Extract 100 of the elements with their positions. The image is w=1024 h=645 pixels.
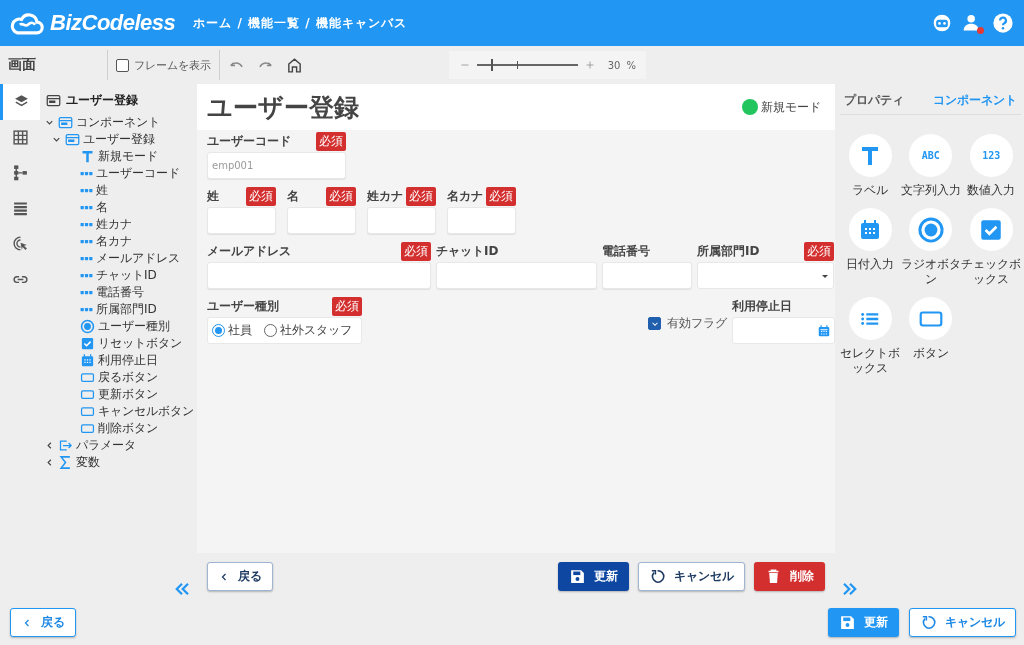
radio-label: 社員 bbox=[228, 322, 252, 339]
field-label: ユーザー種別 bbox=[207, 297, 279, 315]
notification-dot bbox=[977, 27, 984, 34]
zoom-value: 30 bbox=[607, 59, 621, 71]
select-field[interactable] bbox=[697, 262, 834, 289]
tree-item[interactable]: チャットID bbox=[54, 267, 197, 284]
component-label: 数値入力 bbox=[966, 183, 1017, 198]
tree-item[interactable]: 更新ボタン bbox=[54, 386, 197, 403]
tree-item[interactable]: コンポーネント bbox=[40, 114, 197, 131]
field-label: チャットID bbox=[436, 242, 499, 260]
input-field[interactable] bbox=[447, 207, 516, 234]
required-badge: 必須 bbox=[486, 186, 516, 206]
date-field[interactable] bbox=[732, 317, 835, 344]
breadcrumb: ホーム / 機能一覧 / 機能キャンバス bbox=[193, 14, 407, 32]
required-badge: 必須 bbox=[326, 186, 356, 206]
field-label: 名 bbox=[287, 187, 299, 205]
double-chevron-left-icon[interactable] bbox=[173, 580, 191, 598]
tree-item[interactable]: 削除ボタン bbox=[54, 420, 197, 437]
mode-label: 新規モード bbox=[761, 98, 821, 116]
calendar-icon bbox=[80, 353, 95, 368]
back-button[interactable]: 戻る bbox=[207, 562, 273, 591]
input-field[interactable] bbox=[287, 207, 356, 234]
robot-icon[interactable] bbox=[932, 13, 952, 33]
screen-title: 画面 bbox=[7, 56, 37, 74]
home-icon[interactable] bbox=[286, 56, 303, 74]
tree-item[interactable]: 名 bbox=[54, 199, 197, 216]
input-field[interactable] bbox=[367, 207, 436, 234]
brand-name: BizCodeless bbox=[50, 10, 176, 36]
tree-item[interactable]: 姓 bbox=[54, 182, 197, 199]
button-icon bbox=[80, 404, 95, 419]
tree-item[interactable]: キャンセルボタン bbox=[54, 403, 197, 420]
delete-button[interactable]: 削除 bbox=[754, 562, 825, 591]
refresh-icon bbox=[649, 568, 666, 585]
zoom-unit: % bbox=[626, 59, 636, 71]
field-label: ユーザーコード bbox=[207, 132, 291, 150]
text-label-icon bbox=[80, 149, 95, 164]
form-title: ユーザー登録 bbox=[207, 91, 359, 124]
component-tile[interactable] bbox=[848, 208, 892, 251]
checkbox-icon bbox=[80, 336, 95, 351]
tree-item[interactable]: メールアドレス bbox=[54, 250, 197, 267]
radio-icon bbox=[916, 215, 945, 244]
input-field[interactable] bbox=[207, 262, 431, 289]
component-tile[interactable] bbox=[909, 297, 953, 340]
double-chevron-right-icon[interactable] bbox=[841, 580, 859, 598]
back-button[interactable]: 戻る bbox=[10, 608, 76, 637]
table-icon bbox=[11, 128, 29, 146]
save-button[interactable]: 更新 bbox=[558, 562, 629, 591]
tree-item[interactable]: リセットボタン bbox=[54, 335, 197, 352]
form-icon bbox=[58, 115, 73, 130]
field-label: 所属部門ID bbox=[697, 242, 760, 260]
tree-item[interactable]: ユーザー種別 bbox=[54, 318, 197, 335]
component-label: ボタン bbox=[911, 346, 950, 361]
radio-label: 社外スタッフ bbox=[280, 322, 352, 339]
calendar-icon bbox=[817, 323, 831, 338]
help-icon[interactable] bbox=[992, 12, 1014, 34]
field-label: 姓カナ bbox=[367, 187, 403, 205]
slider-thumb[interactable] bbox=[491, 59, 494, 71]
list-icon bbox=[11, 199, 29, 217]
frame-checkbox-label: フレームを表示 bbox=[134, 57, 211, 73]
cancel-button[interactable]: キャンセル bbox=[909, 608, 1016, 637]
sigma-icon bbox=[58, 455, 73, 470]
field-label: 利用停止日 bbox=[732, 297, 792, 315]
tree-item[interactable]: 姓カナ bbox=[54, 216, 197, 233]
component-label: ラジオボタン bbox=[900, 257, 961, 287]
hierarchy-icon bbox=[11, 164, 29, 182]
button-icon bbox=[80, 370, 95, 385]
tree-item[interactable]: 利用停止日 bbox=[54, 352, 197, 369]
sidebar-tab[interactable] bbox=[0, 84, 40, 120]
input-field[interactable] bbox=[436, 262, 597, 289]
tree-item[interactable]: 所属部門ID bbox=[54, 301, 197, 318]
tree-item[interactable]: ユーザー登録 bbox=[47, 131, 197, 148]
frame-checkbox[interactable] bbox=[116, 58, 129, 72]
cursor-click-icon bbox=[11, 235, 29, 253]
button-icon bbox=[80, 421, 95, 436]
tree-item[interactable]: 電話番号 bbox=[54, 284, 197, 301]
required-badge: 必須 bbox=[406, 186, 436, 206]
required-badge: 必須 bbox=[246, 186, 276, 206]
cancel-button[interactable]: キャンセル bbox=[638, 562, 745, 591]
tree-item[interactable]: パラメータ bbox=[40, 437, 197, 454]
component-tile[interactable] bbox=[909, 208, 953, 251]
tree-root-label: ユーザー登録 bbox=[66, 91, 138, 109]
tree-item[interactable]: 新規モード bbox=[54, 148, 197, 165]
tree-item[interactable]: ユーザーコード bbox=[54, 165, 197, 182]
input-field[interactable]: emp001 bbox=[207, 152, 346, 179]
component-label: 日付入力 bbox=[845, 257, 896, 272]
component-tile[interactable] bbox=[848, 134, 892, 177]
panel-tab[interactable]: プロパティ bbox=[840, 91, 908, 109]
tree-item[interactable]: 名カナ bbox=[54, 233, 197, 250]
radio-icon bbox=[80, 319, 95, 334]
tree-item[interactable]: 変数 bbox=[40, 454, 197, 471]
field-label: メールアドレス bbox=[207, 242, 291, 260]
component-label: チェックボックス bbox=[961, 257, 1022, 287]
component-label: ラベル bbox=[851, 183, 890, 198]
component-tile[interactable] bbox=[969, 208, 1013, 251]
tree-item[interactable]: 戻るボタン bbox=[54, 369, 197, 386]
button-icon bbox=[80, 387, 95, 402]
required-badge: 必須 bbox=[316, 131, 346, 151]
input-field[interactable] bbox=[207, 207, 276, 234]
component-tile[interactable] bbox=[848, 297, 892, 340]
input-field[interactable] bbox=[602, 262, 692, 289]
